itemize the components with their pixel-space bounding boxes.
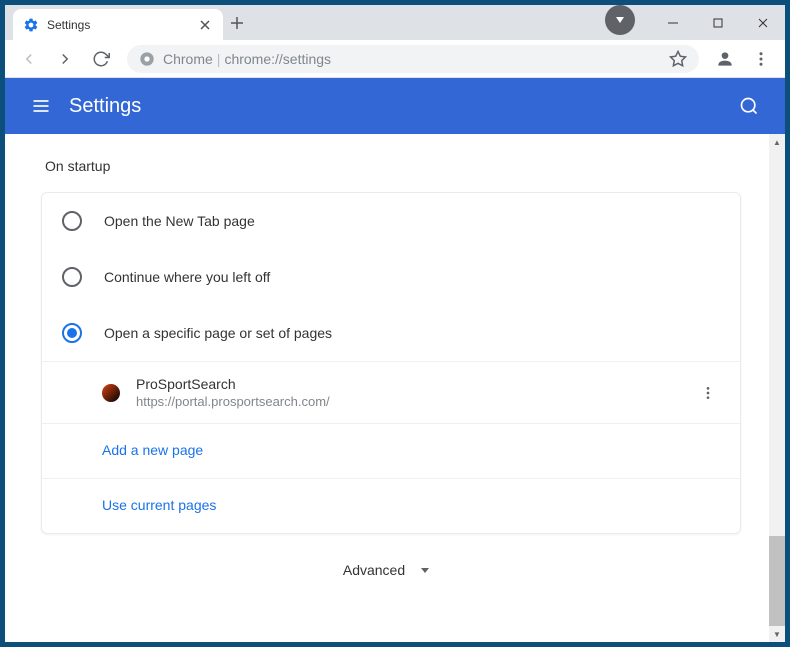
omnibox[interactable]: Chrome | chrome://settings — [127, 45, 699, 73]
address-bar: Chrome | chrome://settings — [5, 40, 785, 78]
close-icon[interactable] — [197, 17, 213, 33]
scrollbar[interactable]: ▲ ▼ — [769, 134, 785, 642]
browser-tab[interactable]: Settings — [13, 9, 223, 40]
add-page-row[interactable]: Add a new page — [42, 423, 740, 478]
menu-button[interactable] — [745, 43, 777, 75]
scroll-up-icon[interactable]: ▲ — [769, 134, 785, 150]
reload-button[interactable] — [85, 43, 117, 75]
startup-page-entry: ProSportSearch https://portal.prosportse… — [42, 361, 740, 423]
radio-continue[interactable]: Continue where you left off — [42, 249, 740, 305]
page-name: ProSportSearch — [136, 376, 680, 392]
minimize-button[interactable] — [650, 8, 695, 38]
settings-content: On startup Open the New Tab page Continu… — [5, 134, 769, 642]
gear-icon — [23, 17, 39, 33]
use-current-link[interactable]: Use current pages — [102, 497, 216, 513]
page-title: Settings — [69, 95, 729, 118]
new-tab-button[interactable] — [223, 5, 251, 40]
chevron-down-icon — [419, 564, 431, 576]
window-controls — [650, 5, 785, 40]
page-url: https://portal.prosportsearch.com/ — [136, 394, 680, 409]
hamburger-icon[interactable] — [21, 86, 61, 126]
settings-header: Settings — [5, 78, 785, 134]
radio-newtab[interactable]: Open the New Tab page — [42, 193, 740, 249]
chrome-icon — [139, 51, 155, 67]
titlebar: Settings — [5, 5, 785, 40]
add-page-link[interactable]: Add a new page — [102, 442, 203, 458]
scroll-down-icon[interactable]: ▼ — [769, 626, 785, 642]
star-icon[interactable] — [669, 50, 687, 68]
tab-title: Settings — [47, 18, 189, 32]
advanced-toggle[interactable]: Advanced — [5, 534, 769, 606]
incognito-icon — [605, 5, 635, 35]
search-icon[interactable] — [729, 86, 769, 126]
site-favicon — [102, 384, 120, 402]
close-window-button[interactable] — [740, 8, 785, 38]
section-title: On startup — [5, 158, 769, 192]
forward-button[interactable] — [49, 43, 81, 75]
back-button[interactable] — [13, 43, 45, 75]
radio-icon — [62, 323, 82, 343]
profile-button[interactable] — [709, 43, 741, 75]
radio-specific[interactable]: Open a specific page or set of pages — [42, 305, 740, 361]
startup-card: Open the New Tab page Continue where you… — [41, 192, 741, 534]
scroll-thumb[interactable] — [769, 536, 785, 626]
omnibox-text: Chrome | chrome://settings — [163, 51, 331, 67]
radio-icon — [62, 267, 82, 287]
more-icon[interactable] — [696, 381, 720, 405]
use-current-row[interactable]: Use current pages — [42, 478, 740, 533]
maximize-button[interactable] — [695, 8, 740, 38]
radio-icon — [62, 211, 82, 231]
